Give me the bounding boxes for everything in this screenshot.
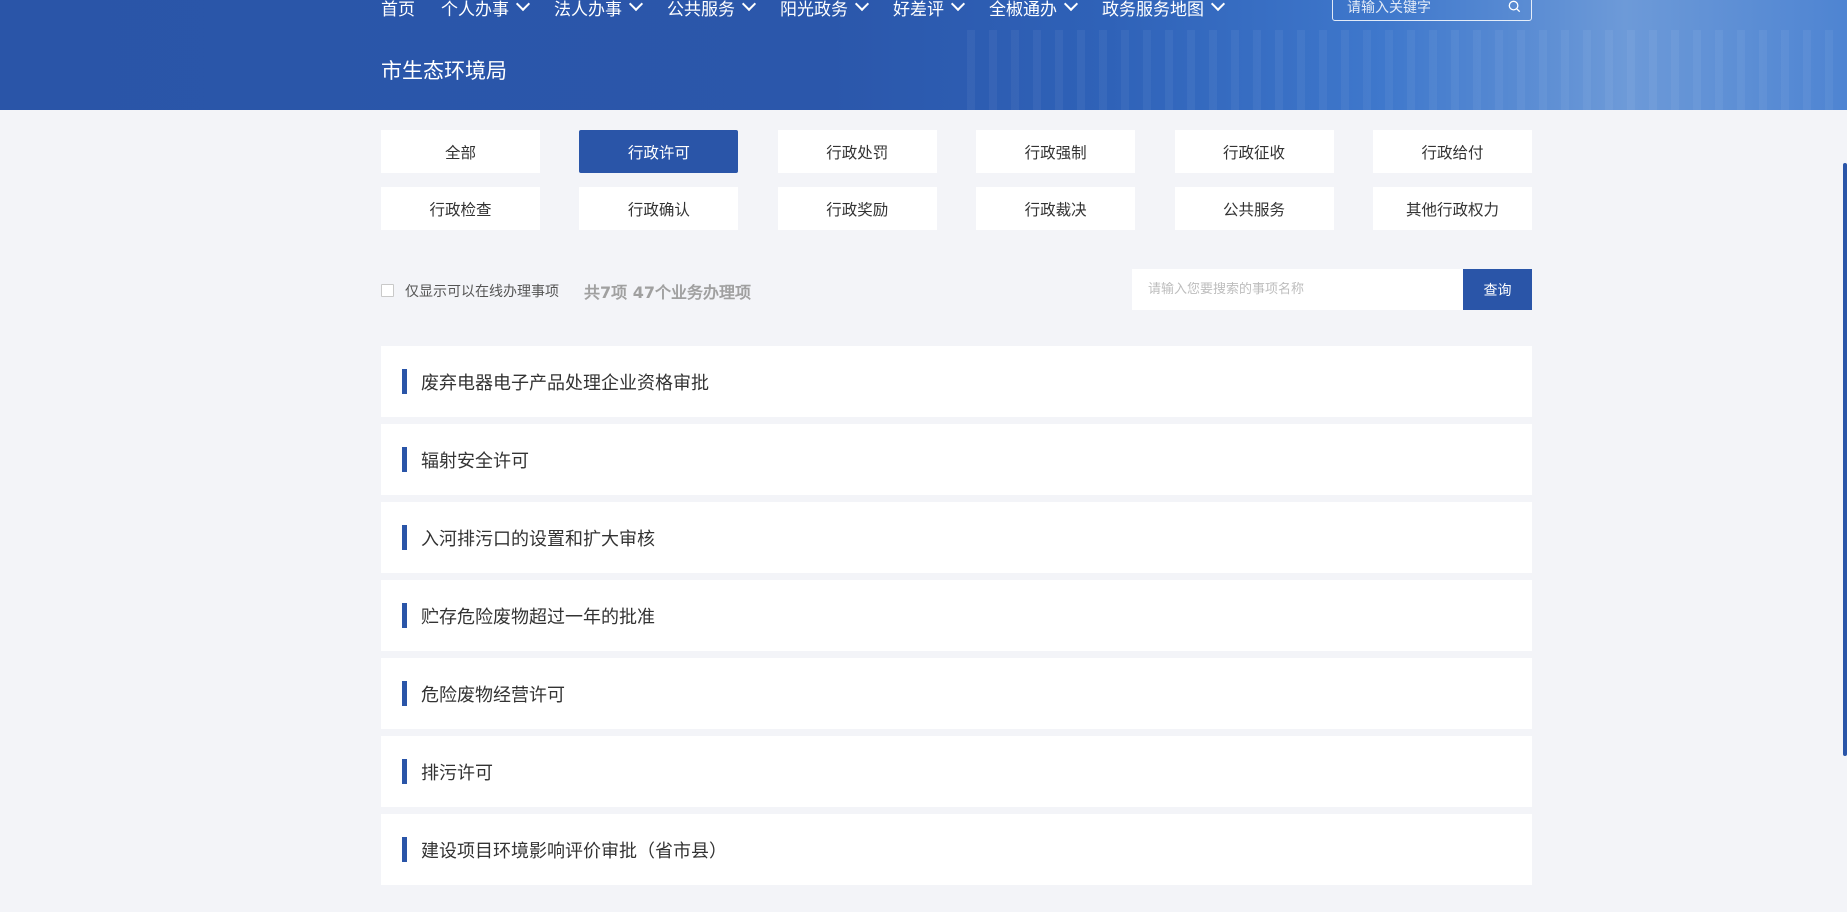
chevron-down-icon	[1063, 0, 1079, 12]
chevron-down-icon	[1210, 0, 1226, 12]
item-accent-bar	[402, 603, 407, 628]
category-tabs: 全部 行政许可 行政处罚 行政强制 行政征收 行政给付 行政检查 行政确认 行政…	[381, 130, 1532, 230]
list-item[interactable]: 贮存危险废物超过一年的批准	[381, 580, 1532, 651]
item-accent-bar	[402, 759, 407, 784]
item-accent-bar	[402, 447, 407, 472]
category-tab-administrative-confirmation[interactable]: 行政确认	[579, 187, 739, 230]
category-tab-administrative-license[interactable]: 行政许可	[579, 130, 739, 173]
nav-item-county-service[interactable]: 全椒通办	[989, 0, 1079, 20]
category-tab-administrative-enforcement[interactable]: 行政强制	[976, 130, 1136, 173]
category-tab-all[interactable]: 全部	[381, 130, 540, 173]
nav-label: 全椒通办	[989, 0, 1057, 20]
item-accent-bar	[402, 369, 407, 394]
nav-item-open-government[interactable]: 阳光政务	[780, 0, 870, 20]
list-item[interactable]: 入河排污口的设置和扩大审核	[381, 502, 1532, 573]
nav-label: 法人办事	[554, 0, 622, 20]
online-only-checkbox[interactable]	[381, 284, 394, 297]
item-accent-bar	[402, 837, 407, 862]
category-tab-public-service[interactable]: 公共服务	[1174, 187, 1334, 230]
chevron-down-icon	[628, 0, 644, 12]
item-accent-bar	[402, 525, 407, 550]
site-header: 首页 个人办事 法人办事 公共服务 阳光政务 好差评 全椒通办 政务服务地图 市…	[0, 0, 1847, 110]
nav-label: 阳光政务	[780, 0, 848, 20]
page-scrollbar[interactable]	[1843, 163, 1847, 756]
result-count: 共7项 47个业务办理项	[584, 283, 751, 302]
item-title: 辐射安全许可	[421, 450, 529, 472]
category-tab-administrative-inspection[interactable]: 行政检查	[381, 187, 540, 230]
category-tab-administrative-penalty[interactable]: 行政处罚	[777, 130, 937, 173]
item-accent-bar	[402, 681, 407, 706]
list-item[interactable]: 排污许可	[381, 736, 1532, 807]
chevron-down-icon	[950, 0, 966, 12]
query-button[interactable]: 查询	[1463, 269, 1532, 310]
item-title: 入河排污口的设置和扩大审核	[421, 528, 655, 550]
list-item[interactable]: 建设项目环境影响评价审批（省市县）	[381, 814, 1532, 885]
header-search-input[interactable]	[1347, 0, 1497, 16]
category-tab-administrative-ruling[interactable]: 行政裁决	[976, 187, 1136, 230]
search-icon[interactable]	[1508, 0, 1521, 13]
chevron-down-icon	[741, 0, 757, 12]
nav-label: 公共服务	[667, 0, 735, 20]
footer-edge	[0, 912, 1847, 916]
nav-label: 个人办事	[441, 0, 509, 20]
header-decoration	[967, 30, 1847, 110]
item-title: 危险废物经营许可	[421, 684, 565, 706]
chevron-down-icon	[854, 0, 870, 12]
online-only-label[interactable]: 仅显示可以在线办理事项	[405, 281, 559, 301]
nav-item-personal[interactable]: 个人办事	[441, 0, 531, 20]
page-title: 市生态环境局	[381, 59, 507, 83]
nav-item-service-map[interactable]: 政务服务地图	[1102, 0, 1226, 20]
nav-label: 好差评	[893, 0, 944, 20]
nav-item-public-service[interactable]: 公共服务	[667, 0, 757, 20]
main-nav: 首页 个人办事 法人办事 公共服务 阳光政务 好差评 全椒通办 政务服务地图	[381, 0, 1226, 20]
nav-item-home[interactable]: 首页	[381, 0, 415, 20]
header-search-box	[1332, 0, 1532, 21]
nav-label: 政务服务地图	[1102, 0, 1204, 20]
nav-label: 首页	[381, 0, 415, 20]
list-item[interactable]: 辐射安全许可	[381, 424, 1532, 495]
item-title: 废弃电器电子产品处理企业资格审批	[421, 372, 709, 394]
item-search-box	[1132, 269, 1463, 310]
item-title: 贮存危险废物超过一年的批准	[421, 606, 655, 628]
nav-item-evaluation[interactable]: 好差评	[893, 0, 966, 20]
list-item[interactable]: 废弃电器电子产品处理企业资格审批	[381, 346, 1532, 417]
chevron-down-icon	[515, 0, 531, 12]
filter-bar: 仅显示可以在线办理事项 共7项 47个业务办理项 查询	[381, 269, 1532, 310]
category-tab-administrative-reward[interactable]: 行政奖励	[777, 187, 937, 230]
category-tab-administrative-levy[interactable]: 行政征收	[1174, 130, 1334, 173]
list-item[interactable]: 危险废物经营许可	[381, 658, 1532, 729]
item-list: 废弃电器电子产品处理企业资格审批 辐射安全许可 入河排污口的设置和扩大审核 贮存…	[381, 346, 1532, 892]
category-tab-other-powers[interactable]: 其他行政权力	[1372, 187, 1532, 230]
item-title: 建设项目环境影响评价审批（省市县）	[421, 840, 727, 862]
item-title: 排污许可	[421, 762, 493, 784]
nav-item-legal-entity[interactable]: 法人办事	[554, 0, 644, 20]
category-tab-administrative-payment[interactable]: 行政给付	[1372, 130, 1532, 173]
item-search-input[interactable]	[1148, 282, 1448, 297]
